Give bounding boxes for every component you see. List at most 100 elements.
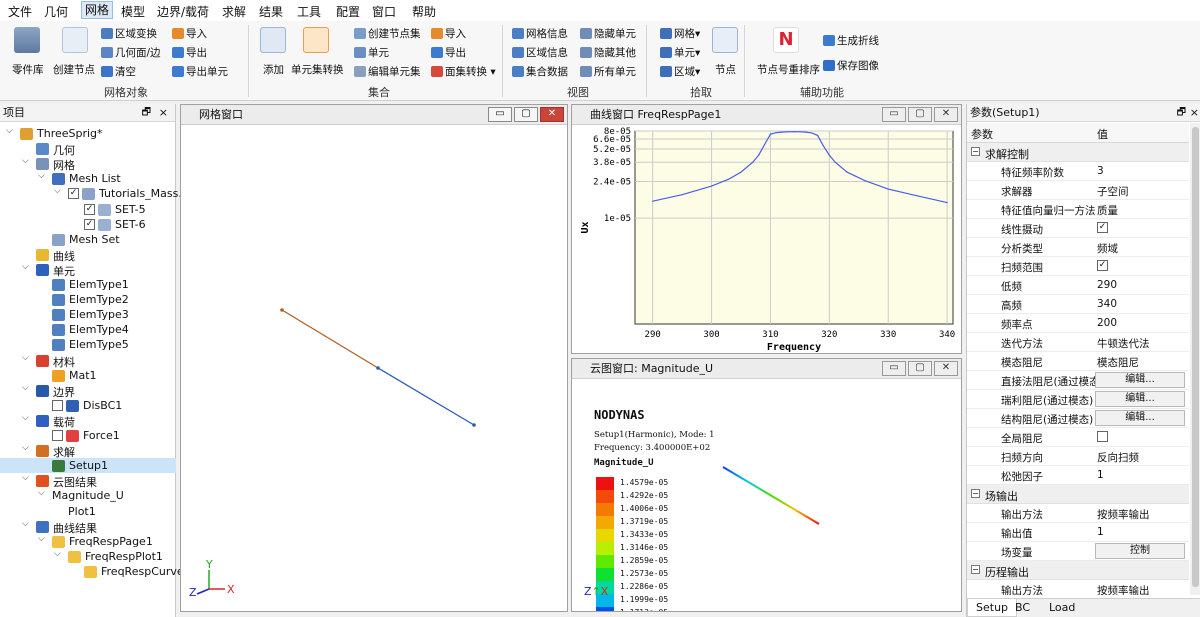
create-node-button[interactable]: 创建节点	[53, 62, 95, 77]
add-button[interactable]: 添加	[263, 62, 284, 77]
tree-item-label[interactable]: FreqRespCurve1	[101, 565, 191, 578]
collapse-icon[interactable]: −	[971, 147, 980, 156]
menu-item-5[interactable]: 求解	[222, 3, 246, 20]
tree-item-label[interactable]: ElemType5	[69, 338, 129, 351]
tree-expand-arrow[interactable]: ⌵	[22, 156, 29, 166]
param-checkbox[interactable]	[1097, 431, 1108, 442]
menu-item-0[interactable]: 文件	[8, 3, 32, 20]
tree-item-label[interactable]: 载荷	[53, 414, 75, 430]
elem-button[interactable]: 单元	[354, 45, 389, 60]
tree-checkbox[interactable]: ✓	[84, 218, 95, 230]
maximize-button[interactable]: ▢	[908, 107, 932, 122]
params-tab-bc[interactable]: BC	[1007, 599, 1038, 617]
pin-icon[interactable]: 🗗	[1177, 104, 1186, 122]
elemset-convert-icon[interactable]	[303, 27, 329, 53]
minimize-button[interactable]: ▭	[488, 107, 512, 122]
tree-item-label[interactable]: 几何	[53, 142, 75, 158]
tree-item-label[interactable]: 材料	[53, 354, 75, 370]
param-value[interactable]: 频域	[1097, 241, 1118, 256]
param-value[interactable]: 子空间	[1097, 184, 1129, 199]
export-button-1[interactable]: 导出	[172, 45, 207, 60]
tree-item-label[interactable]: ThreeSprig*	[37, 127, 103, 140]
tree-expand-arrow[interactable]: ⌵	[22, 383, 29, 393]
geom-face-edge-button[interactable]: 几何面/边	[101, 45, 161, 60]
set-data-button[interactable]: 集合数据	[512, 64, 568, 79]
pick-node-icon[interactable]	[712, 27, 738, 53]
maximize-button[interactable]: ▢	[908, 361, 932, 376]
tree-item-label[interactable]: 曲线	[53, 248, 75, 264]
menu-item-9[interactable]: 窗口	[372, 3, 396, 20]
pick-elem-dropdown[interactable]: 单元▾	[660, 45, 700, 60]
tree-expand-arrow[interactable]: ⌵	[38, 171, 45, 181]
pin-icon[interactable]: 🗗	[142, 104, 151, 122]
pick-region-dropdown[interactable]: 区域▾	[660, 64, 700, 79]
export-button-2[interactable]: 导出	[431, 45, 466, 60]
param-section[interactable]: − 场输出	[967, 485, 1189, 504]
menu-item-2[interactable]: 网格	[81, 1, 114, 19]
import-button-1[interactable]: 导入	[172, 26, 207, 41]
tree-item-label[interactable]: 单元	[53, 263, 75, 279]
renumber-button[interactable]: 节点号重排序	[757, 62, 820, 77]
tree-item-label[interactable]: 云图结果	[53, 474, 97, 490]
param-value[interactable]: 反向扫频	[1097, 450, 1139, 465]
export-elem-button[interactable]: 导出单元	[172, 64, 228, 79]
param-value[interactable]: 牛顿迭代法	[1097, 336, 1150, 351]
close-button[interactable]: ✕	[934, 107, 958, 122]
menu-item-3[interactable]: 模型	[121, 3, 145, 20]
region-transform-button[interactable]: 区域变换	[101, 26, 157, 41]
hide-elem-button[interactable]: 隐藏单元	[580, 26, 636, 41]
tree-item-label[interactable]: Mat1	[69, 369, 97, 382]
add-icon[interactable]	[260, 27, 286, 53]
minimize-button[interactable]: ▭	[882, 361, 906, 376]
face-convert-button[interactable]: 面集转换 ▾	[431, 64, 496, 79]
tree-item-label[interactable]: Mesh Set	[69, 233, 120, 246]
tree-item-label[interactable]: ElemType1	[69, 278, 129, 291]
param-value[interactable]: 200	[1097, 317, 1117, 329]
node-1[interactable]	[280, 308, 284, 312]
spring-element-1[interactable]	[281, 309, 379, 369]
tree-expand-arrow[interactable]: ⌵	[22, 519, 29, 529]
tree-item-label[interactable]: Mesh List	[69, 172, 121, 185]
collapse-icon[interactable]: −	[971, 565, 980, 574]
menu-item-7[interactable]: 工具	[297, 3, 321, 20]
edit-elemset-button[interactable]: 编辑单元集	[354, 64, 421, 79]
clear-button[interactable]: 清空	[101, 64, 136, 79]
param-value[interactable]: 340	[1097, 298, 1117, 310]
tree-expand-arrow[interactable]: ⌵	[22, 262, 29, 272]
renumber-icon[interactable]: N	[773, 27, 799, 53]
tree-checkbox[interactable]	[52, 430, 63, 441]
tree-expand-arrow[interactable]: ⌵	[54, 186, 61, 196]
menu-item-1[interactable]: 几何	[44, 3, 68, 20]
param-edit-button[interactable]: 编辑...	[1095, 391, 1185, 407]
params-scrollbar[interactable]	[1190, 123, 1200, 595]
menu-item-8[interactable]: 配置	[336, 3, 360, 20]
region-info-button[interactable]: 区域信息	[512, 45, 568, 60]
tree-checkbox[interactable]: ✓	[68, 188, 79, 200]
param-value[interactable]: 3	[1097, 165, 1104, 177]
save-image-button[interactable]: 保存图像	[823, 58, 879, 73]
tree-item-label[interactable]: Plot1	[68, 505, 96, 518]
tree-item-label[interactable]: FreqRespPlot1	[85, 550, 163, 563]
param-value[interactable]: 1	[1097, 526, 1104, 538]
param-edit-button[interactable]: 控制	[1095, 543, 1185, 559]
tree-checkbox[interactable]: ✓	[84, 203, 95, 215]
close-icon[interactable]: ×	[1190, 104, 1199, 122]
contour-model[interactable]	[712, 459, 832, 539]
param-section[interactable]: − 历程输出	[967, 561, 1189, 580]
menu-item-10[interactable]: 帮助	[412, 3, 436, 20]
param-edit-button[interactable]: 编辑...	[1095, 410, 1185, 426]
node-3[interactable]	[472, 423, 476, 427]
tree-item-label[interactable]: 网格	[53, 157, 75, 173]
params-tab-load[interactable]: Load	[1041, 599, 1083, 617]
param-value[interactable]: 模态阻尼	[1097, 355, 1139, 370]
tree-item-label[interactable]: 边界	[53, 384, 75, 400]
param-section[interactable]: − 求解控制	[967, 143, 1189, 162]
tree-item-label[interactable]: Setup1	[69, 459, 108, 472]
part-library-button[interactable]: 零件库	[12, 62, 44, 77]
tree-item-label[interactable]: ElemType4	[69, 323, 129, 336]
close-button[interactable]: ✕	[540, 107, 564, 122]
tree-item-label[interactable]: SET-6	[115, 218, 146, 231]
tree-item-label[interactable]: Magnitude_U	[52, 489, 124, 502]
tree-item-label[interactable]: Force1	[83, 429, 120, 442]
tree-expand-arrow[interactable]: ⌵	[38, 488, 45, 498]
